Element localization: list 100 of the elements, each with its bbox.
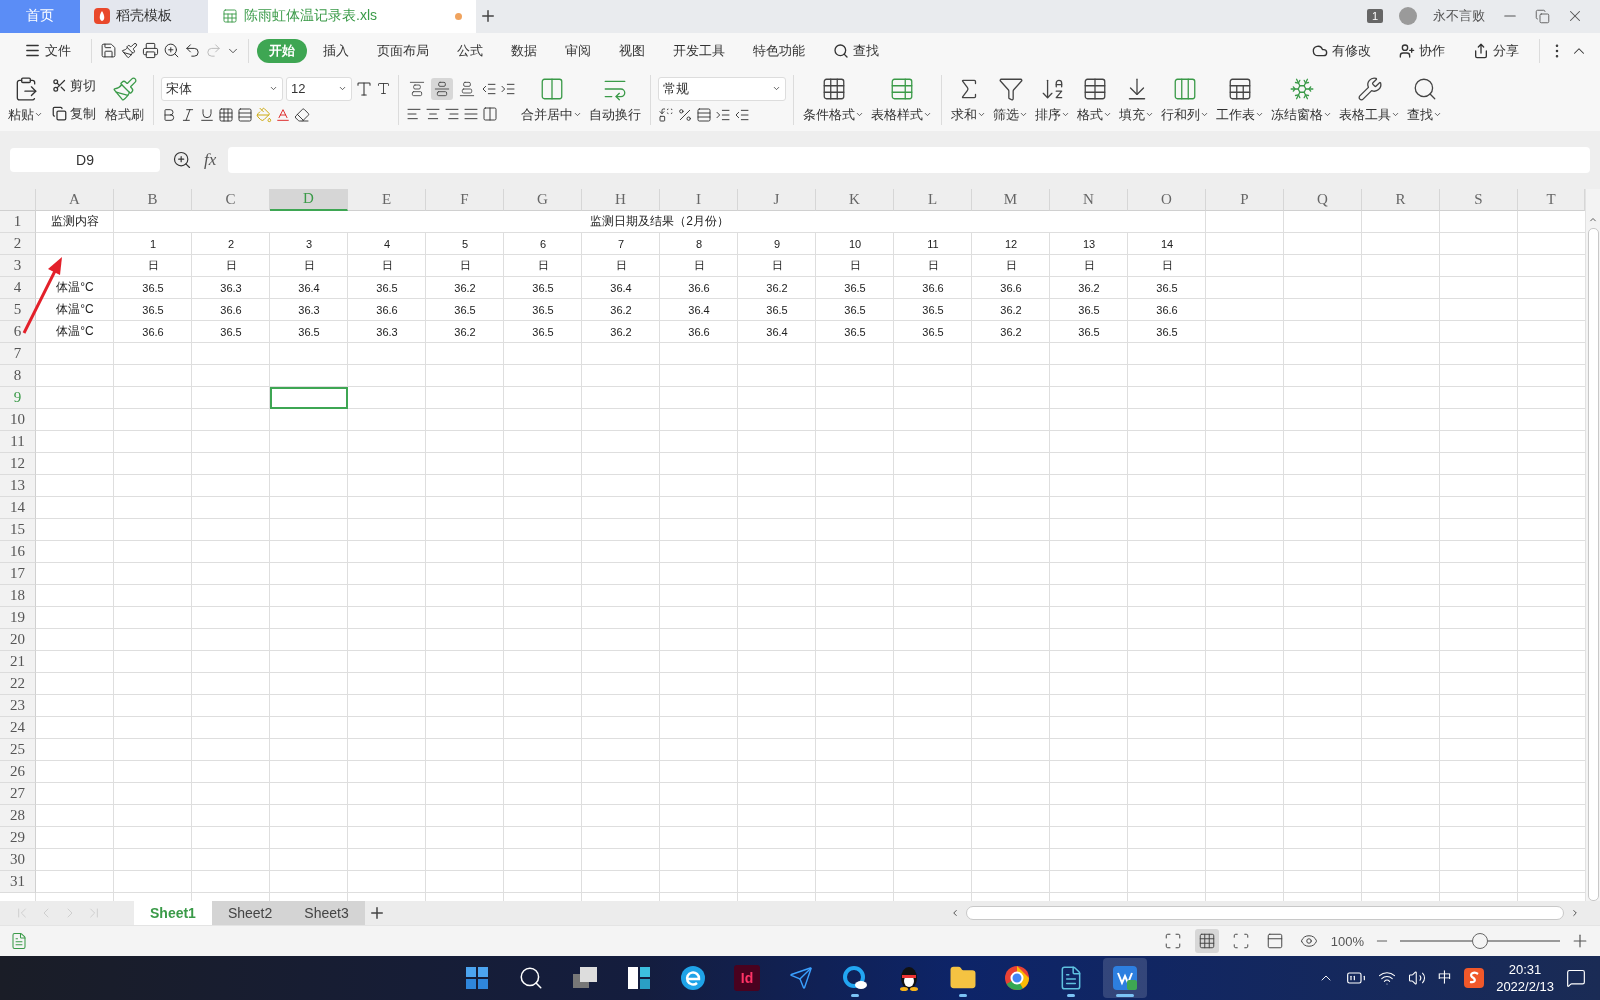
taskbar-app[interactable]: Id [725,958,769,998]
row-header[interactable]: 25 [0,738,36,761]
row-header[interactable]: 7 [0,342,36,365]
row-header[interactable]: 19 [0,606,36,629]
zoom-icon[interactable] [172,149,192,170]
search-button[interactable]: 查找 [821,38,891,63]
menu-tab[interactable]: 页面布局 [365,38,441,63]
italic-icon[interactable] [180,106,196,123]
column-header[interactable]: R [1362,188,1440,211]
row-header[interactable]: 24 [0,716,36,739]
paste-button[interactable]: 粘贴 [6,73,45,126]
column-header[interactable]: H [582,188,660,211]
menu-tab[interactable]: 数据 [499,38,549,63]
scroll-left-icon[interactable] [950,908,960,919]
column-header[interactable]: O [1128,188,1206,211]
sheet-tab[interactable]: Sheet1 [134,901,212,926]
menu-tab[interactable]: 特色功能 [741,38,817,63]
menu-tab[interactable]: 公式 [445,38,495,63]
border-icon[interactable] [218,106,234,123]
clock-time[interactable]: 20:31 [1508,961,1542,978]
column-header[interactable]: G [504,188,582,211]
eraser-icon[interactable] [294,106,310,123]
ribbon-button[interactable]: 填充 [1117,73,1156,126]
toolbar-button[interactable]: 分享 [1461,38,1531,63]
print-icon[interactable] [142,42,159,60]
menu-tab[interactable]: 审阅 [553,38,603,63]
distribute-icon[interactable] [482,105,498,122]
font-color-icon[interactable] [275,106,291,123]
column-header[interactable]: J [738,188,816,211]
row-header[interactable]: 3 [0,254,36,277]
input-method[interactable]: 中 [1438,969,1453,987]
column-header[interactable]: I [660,188,738,211]
format-painter-button[interactable]: 格式刷 [103,73,146,126]
restore-icon[interactable] [1535,9,1550,24]
ribbon-button[interactable]: 表格工具 [1337,73,1402,126]
column-header[interactable]: M [972,188,1050,211]
zoom-slider-thumb[interactable] [1472,933,1488,950]
user-name[interactable]: 永不言败 [1433,7,1485,26]
ribbon-button[interactable]: 格式 [1075,73,1114,126]
row-header[interactable]: 26 [0,760,36,783]
row-header[interactable]: 16 [0,540,36,563]
ribbon-button[interactable]: 查找 [1405,73,1444,126]
save-icon[interactable] [100,42,117,60]
ime-icon[interactable] [1464,968,1485,988]
row-header[interactable]: 8 [0,364,36,387]
notification-icon[interactable] [1566,968,1586,988]
number-format-field[interactable]: 常规 [658,76,786,101]
file-menu[interactable]: 文件 [12,38,83,63]
copy-button[interactable]: 复制 [48,102,100,125]
row-header[interactable]: 13 [0,474,36,497]
row-header[interactable]: 18 [0,584,36,607]
row-header[interactable]: 31 [0,870,36,893]
row-header[interactable]: 21 [0,650,36,673]
column-header[interactable]: L [894,188,972,211]
sheet-tab[interactable]: Sheet2 [211,901,289,926]
underline-icon[interactable] [199,106,215,123]
align-button[interactable] [431,77,453,100]
macro-icon[interactable] [10,932,28,951]
row-header[interactable]: 20 [0,628,36,651]
fill-color-icon[interactable] [256,106,272,123]
column-header[interactable]: F [426,188,504,211]
cell-style-icon[interactable] [237,106,253,123]
toolbar-button[interactable]: 有修改 [1300,38,1383,63]
ribbon-button[interactable]: 工作表 [1214,73,1266,126]
volume-icon[interactable] [1408,969,1427,987]
sheet-tab[interactable]: Sheet3 [288,901,365,926]
bold-icon[interactable] [161,106,177,123]
menu-tab[interactable]: 开发工具 [661,38,737,63]
scrollbar-thumb[interactable] [1587,228,1599,902]
column-header[interactable]: Q [1284,188,1362,211]
increase-font-icon[interactable] [355,79,373,98]
ribbon-button[interactable]: 表格样式 [869,73,934,126]
ribbon-button[interactable]: 排序 [1033,73,1072,126]
toolbar-button[interactable]: 协作 [1387,38,1457,63]
undo-icon[interactable] [184,42,201,60]
brush-icon[interactable] [121,42,138,60]
taskbar-app[interactable] [1103,958,1147,998]
menu-tab[interactable]: 视图 [607,38,657,63]
row-header[interactable]: 10 [0,408,36,431]
row-header[interactable]: 29 [0,826,36,849]
column-header[interactable]: K [816,188,894,211]
decrease-font-icon[interactable] [376,81,391,97]
row-header[interactable]: 2 [0,232,36,255]
merge-center-button[interactable]: 合并居中 [519,73,584,126]
row-header[interactable]: 30 [0,848,36,871]
column-header[interactable]: C [192,188,270,211]
ribbon-button[interactable]: 求和 [949,73,988,126]
scrollbar-thumb[interactable] [966,906,1564,921]
wrap-text-button[interactable]: 自动换行 [587,73,643,126]
row-header[interactable]: 1 [0,210,36,233]
row-header[interactable]: 23 [0,694,36,717]
ribbon-button[interactable]: 筛选 [991,73,1030,126]
cut-button[interactable]: 剪切 [48,74,100,97]
column-header[interactable]: T [1518,188,1585,211]
document-tab[interactable]: 陈雨虹体温记录表.xls [208,0,476,33]
clock-date[interactable]: 2022/2/13 [1496,978,1554,995]
ribbon-button[interactable]: 行和列 [1159,73,1211,126]
ribbon-button[interactable]: 冻结窗格 [1269,73,1334,126]
row-header[interactable]: 15 [0,518,36,541]
fx-label[interactable]: fx [204,149,217,170]
